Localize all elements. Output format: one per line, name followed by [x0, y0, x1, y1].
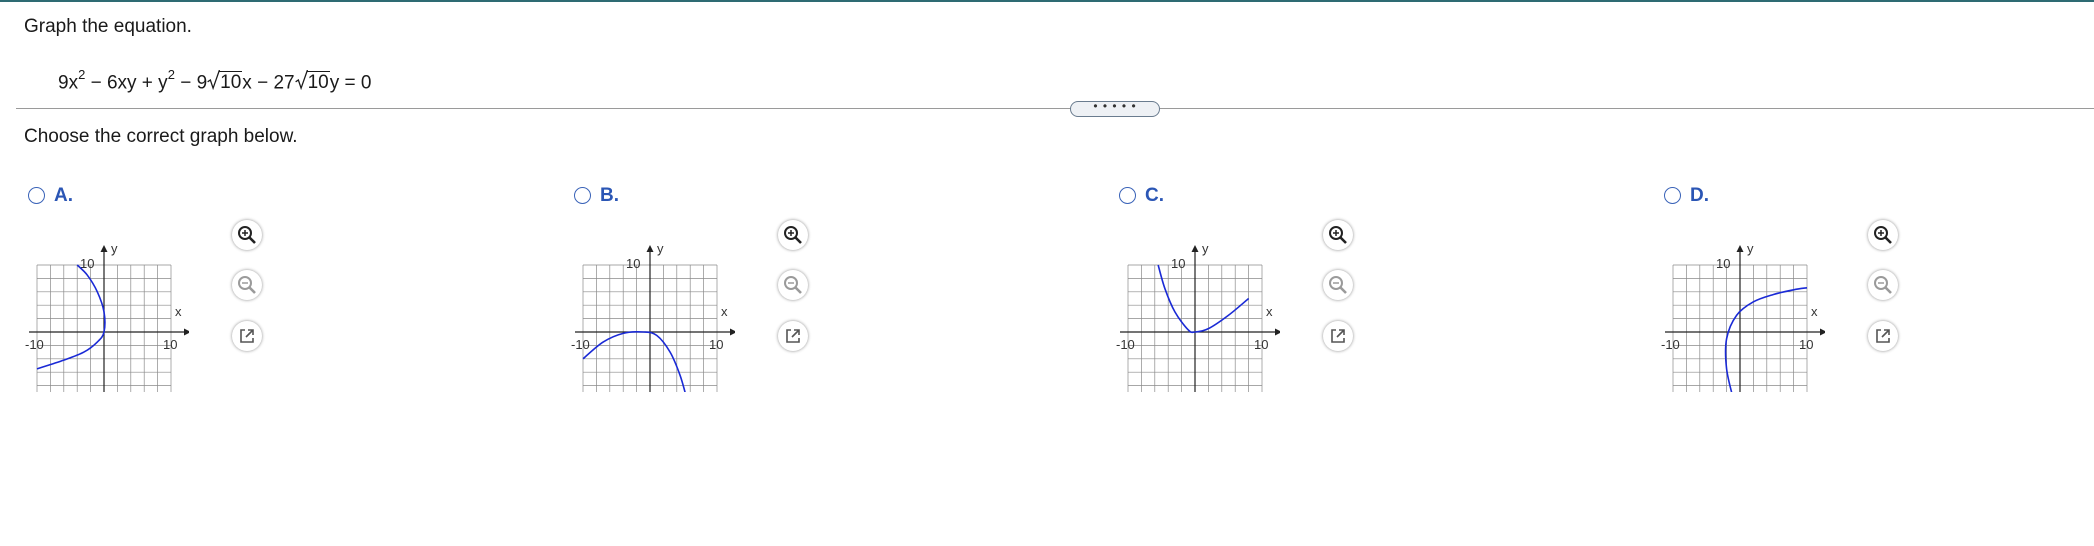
- graph-curve: [1724, 286, 1808, 392]
- choice-d: D.yx10-10-1010: [1660, 184, 1920, 394]
- zoom-in-button[interactable]: [232, 220, 262, 250]
- x-axis-label: x: [1266, 304, 1273, 319]
- x-tick-label: -10: [1661, 337, 1680, 352]
- y-tick-label: 10: [1716, 256, 1730, 271]
- open-graph-button[interactable]: [232, 321, 262, 351]
- x-tick-label: 10: [1254, 337, 1268, 352]
- equation-term: − 6xy + y: [85, 72, 168, 94]
- choose-prompt: Choose the correct graph below.: [24, 126, 298, 147]
- x-axis-arrow-icon: [184, 328, 189, 336]
- equation-term: 9x: [58, 72, 79, 94]
- graph-b: yx10-10-1010: [571, 241, 735, 392]
- zoom-out-button[interactable]: [1323, 270, 1353, 300]
- equation-term: x − 27: [242, 72, 295, 94]
- radicand: 10: [306, 71, 330, 94]
- zoom-in-button[interactable]: [778, 220, 808, 250]
- y-axis-label: y: [1747, 241, 1754, 256]
- y-axis-label: y: [111, 241, 118, 256]
- x-tick-label: -10: [571, 337, 590, 352]
- zoom-out-icon: [1329, 276, 1347, 294]
- open-window-icon: [786, 329, 800, 343]
- zoom-out-button[interactable]: [778, 270, 808, 300]
- y-tick-label: 10: [626, 256, 640, 271]
- y-axis-arrow-icon: [1736, 245, 1744, 252]
- radio-button[interactable]: [1119, 187, 1136, 204]
- zoom-in-button[interactable]: [1323, 220, 1353, 250]
- x-tick-label: -10: [1116, 337, 1135, 352]
- zoom-out-icon: [238, 276, 256, 294]
- x-axis-arrow-icon: [1275, 328, 1280, 336]
- open-graph-button[interactable]: [1868, 321, 1898, 351]
- x-tick-label: 10: [163, 337, 177, 352]
- section-divider: [16, 108, 2094, 109]
- radical-sign-icon: [207, 70, 221, 91]
- choice-b: B.yx10-10-1010: [570, 184, 830, 394]
- choice-c: C.yx10-10-1010: [1115, 184, 1375, 394]
- radicand: 10: [219, 71, 243, 94]
- exponent: 2: [78, 67, 86, 82]
- radio-button[interactable]: [1664, 187, 1681, 204]
- zoom-in-icon: [784, 226, 802, 244]
- radio-button[interactable]: [574, 187, 591, 204]
- zoom-in-button[interactable]: [1868, 220, 1898, 250]
- graph-c: yx10-10-1010: [1116, 241, 1280, 392]
- graph-d: yx10-10-1010: [1661, 241, 1825, 392]
- graph-curve: [582, 331, 686, 392]
- open-window-icon: [1876, 329, 1890, 343]
- x-tick-label: 10: [1799, 337, 1813, 352]
- graph-curve: [36, 264, 106, 370]
- zoom-out-button[interactable]: [232, 270, 262, 300]
- x-axis-label: x: [721, 304, 728, 319]
- square-root: 10: [294, 68, 330, 98]
- open-graph-button[interactable]: [1323, 321, 1353, 351]
- zoom-in-icon: [1329, 226, 1347, 244]
- question-text: Graph the equation.: [24, 16, 192, 37]
- choice-label[interactable]: D.: [1690, 185, 1709, 207]
- choice-label[interactable]: C.: [1145, 185, 1164, 207]
- zoom-in-icon: [238, 226, 256, 244]
- y-axis-arrow-icon: [1191, 245, 1199, 252]
- equation-term: − 9: [174, 72, 208, 94]
- resize-handle[interactable]: • • • • •: [1070, 100, 1160, 117]
- x-axis-label: x: [1811, 304, 1818, 319]
- y-axis-arrow-icon: [100, 245, 108, 252]
- x-axis-arrow-icon: [1820, 328, 1825, 336]
- x-axis-label: x: [175, 304, 182, 319]
- choice-label[interactable]: B.: [600, 185, 619, 207]
- x-axis-arrow-icon: [730, 328, 735, 336]
- zoom-in-icon: [1874, 226, 1892, 244]
- open-graph-button[interactable]: [778, 321, 808, 351]
- radical-sign-icon: [294, 70, 308, 91]
- y-axis-label: y: [657, 241, 664, 256]
- equation: 9x2 − 6xy + y2 − 9 10x − 27 10y = 0: [58, 62, 371, 98]
- zoom-out-icon: [784, 276, 802, 294]
- choice-a: A.yx10-10-1010: [24, 184, 284, 394]
- exponent: 2: [167, 67, 175, 82]
- zoom-out-button[interactable]: [1868, 270, 1898, 300]
- graph-a: yx10-10-1010: [25, 241, 189, 392]
- y-tick-label: 10: [1171, 256, 1185, 271]
- radio-button[interactable]: [28, 187, 45, 204]
- square-root: 10: [207, 68, 243, 98]
- zoom-out-icon: [1874, 276, 1892, 294]
- y-axis-label: y: [1202, 241, 1209, 256]
- x-tick-label: 10: [709, 337, 723, 352]
- equation-term: y = 0: [329, 72, 372, 94]
- top-accent-line: [0, 0, 2094, 2]
- y-axis-arrow-icon: [646, 245, 654, 252]
- open-window-icon: [1331, 329, 1345, 343]
- x-tick-label: -10: [25, 337, 44, 352]
- choice-label[interactable]: A.: [54, 185, 73, 207]
- open-window-icon: [240, 329, 254, 343]
